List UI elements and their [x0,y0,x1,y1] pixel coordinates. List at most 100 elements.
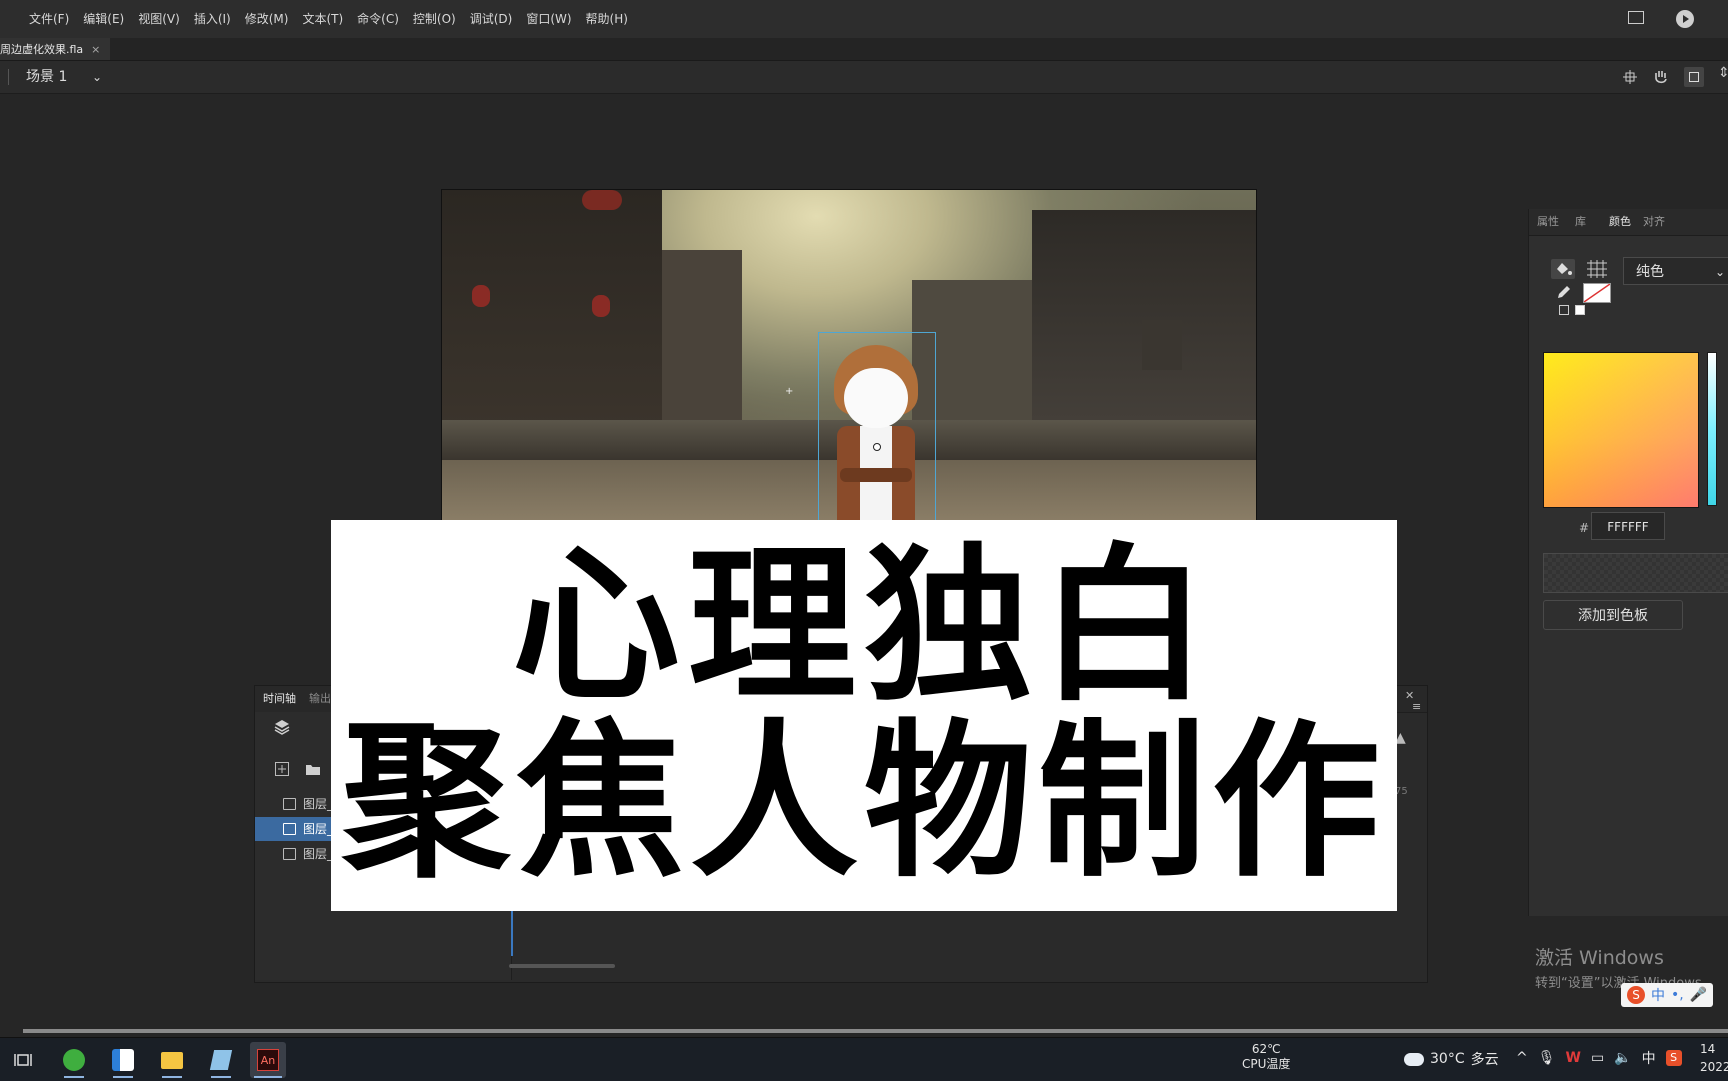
caption-line-1: 心理独白 [512,528,1216,724]
ime-indicator[interactable]: 中 [1642,1048,1656,1068]
clip-content-button[interactable] [1684,67,1704,87]
menu-text[interactable]: 文本(T) [295,0,350,38]
network-icon[interactable]: ▭ [1591,1050,1604,1066]
menu-debug[interactable]: 调试(D) [463,0,520,38]
pencil-icon[interactable] [1555,283,1573,301]
character-face [844,368,908,428]
animate-app-icon[interactable]: An [250,1042,286,1078]
scene-label[interactable]: 场景 1 [26,61,67,93]
layers-icon[interactable] [273,718,291,736]
notes-app-icon[interactable] [203,1042,239,1078]
tab-color[interactable]: 颜色 [1609,209,1631,235]
taskbar: An 62℃ CPU温度 30°C 多云 ^ 🎙 W ▭ 🔈 中 S 14 20… [0,1037,1728,1081]
character-arms [840,468,912,482]
microphone-icon[interactable]: 🎙 [1538,1050,1556,1066]
ime-mode-label: 中 [1651,988,1665,1004]
notes-icon [209,1050,233,1070]
expand-icon[interactable]: ⇕ [1718,65,1728,81]
app-running-indicator [254,1076,282,1078]
transform-point[interactable] [873,443,881,451]
store-app-icon[interactable] [105,1042,141,1078]
file-explorer-icon[interactable] [154,1042,190,1078]
document-tab-title: 周边虚化效果.fla [0,43,84,56]
browser-app-icon[interactable] [56,1042,92,1078]
wps-icon[interactable]: W [1566,1050,1581,1066]
fill-type-select[interactable]: 纯色 ⌄ [1623,257,1728,285]
divider [8,69,9,85]
tab-align[interactable]: 对齐 [1643,209,1665,235]
tab-properties[interactable]: 属性 [1537,209,1559,235]
lantern [582,190,622,210]
menu-help[interactable]: 帮助(H) [579,0,635,38]
caption-line-2: 聚焦人物制作 [342,704,1386,900]
default-colors-icon[interactable] [1559,305,1569,315]
paint-bucket-icon [1557,263,1572,275]
stroke-color-swatch[interactable] [1583,283,1611,303]
layer-name: 图层_ [303,847,334,861]
app-running-indicator [162,1076,182,1078]
hex-input[interactable]: FFFFFF [1591,512,1665,540]
menu-commands[interactable]: 命令(C) [350,0,406,38]
no-color-button[interactable] [1575,305,1585,315]
no-color-icon [1583,283,1611,303]
hand-icon[interactable] [1652,68,1670,86]
layer-name: 图层_ [303,822,334,836]
weather-widget[interactable]: 30°C 多云 [1404,1049,1499,1069]
color-panel-tabs: 属性 库 颜色 对齐 [1529,209,1728,236]
add-layer-icon[interactable] [275,762,289,776]
registration-point-icon: + [785,386,794,397]
lantern [592,295,610,317]
folder-icon [161,1051,183,1069]
add-to-swatches-button[interactable]: 添加到色板 [1543,600,1683,630]
menu-insert[interactable]: 插入(I) [187,0,238,38]
cpu-temp-value: 62℃ [1251,1042,1281,1056]
menu-edit[interactable]: 编辑(E) [76,0,131,38]
menu-window[interactable]: 窗口(W) [519,0,578,38]
hex-prefix: # [1579,521,1590,535]
menu-control[interactable]: 控制(O) [406,0,463,38]
folder-icon[interactable] [305,762,321,776]
chevron-up-icon[interactable]: ^ [1516,1050,1528,1066]
task-view-icon[interactable] [14,1052,32,1068]
sogou-icon: S [1627,986,1645,1004]
grid-icon[interactable] [1585,259,1609,279]
panel-menu-icon[interactable]: ≡ [1412,700,1421,713]
cloud-icon [1404,1052,1424,1066]
menu-view[interactable]: 视图(V) [131,0,187,38]
system-tray: ^ 🎙 W ▭ 🔈 中 S [1516,1048,1682,1068]
menu-file[interactable]: 文件(F) [22,0,76,38]
center-stage-icon[interactable] [1622,69,1638,85]
close-icon[interactable]: × [91,43,100,56]
workspace-layout-icon[interactable] [1628,11,1644,24]
test-movie-button[interactable] [1676,10,1694,28]
color-spectrum-picker[interactable] [1543,352,1699,508]
animate-icon: An [257,1049,279,1071]
color-preview-swatch [1543,553,1728,593]
fill-color-button[interactable] [1551,259,1575,279]
video-progress-bar[interactable] [23,1029,1728,1033]
tab-timeline[interactable]: 时间轴 [263,686,296,712]
sogou-icon[interactable]: S [1665,1050,1682,1066]
tab-output[interactable]: 输出 [309,686,331,712]
caption-overlay: 心理独白 聚焦人物制作 [331,520,1397,911]
tab-library[interactable]: 库 [1575,209,1586,235]
weather-temp: 30°C [1430,1051,1465,1067]
volume-icon[interactable]: 🔈 [1614,1050,1631,1066]
horizontal-scrollbar[interactable] [509,964,615,968]
cpu-temp-label: CPU温度 [1242,1057,1291,1071]
document-tab[interactable]: 周边虚化效果.fla × [0,38,111,60]
clock-time: 14 [1700,1042,1716,1056]
chevron-down-icon[interactable]: ⌄ [92,61,102,93]
square-icon [1689,72,1699,82]
clock[interactable]: 14 2022 [1700,1040,1728,1076]
ime-toolbar[interactable]: S 中 •, 🎤 [1621,983,1714,1007]
brightness-slider[interactable] [1707,352,1717,506]
punctuation-icon: •, [1671,987,1684,1003]
color-panel: 属性 库 颜色 对齐 纯色 ⌄ # FFFFFF 添加到色板 [1528,209,1728,916]
stage-canvas[interactable]: + [441,189,1257,521]
background-building-left [442,190,662,430]
store-icon [112,1049,134,1071]
microphone-icon: 🎤 [1689,987,1708,1003]
menu-modify[interactable]: 修改(M) [238,0,296,38]
cpu-temperature[interactable]: 62℃ CPU温度 [1242,1042,1290,1072]
